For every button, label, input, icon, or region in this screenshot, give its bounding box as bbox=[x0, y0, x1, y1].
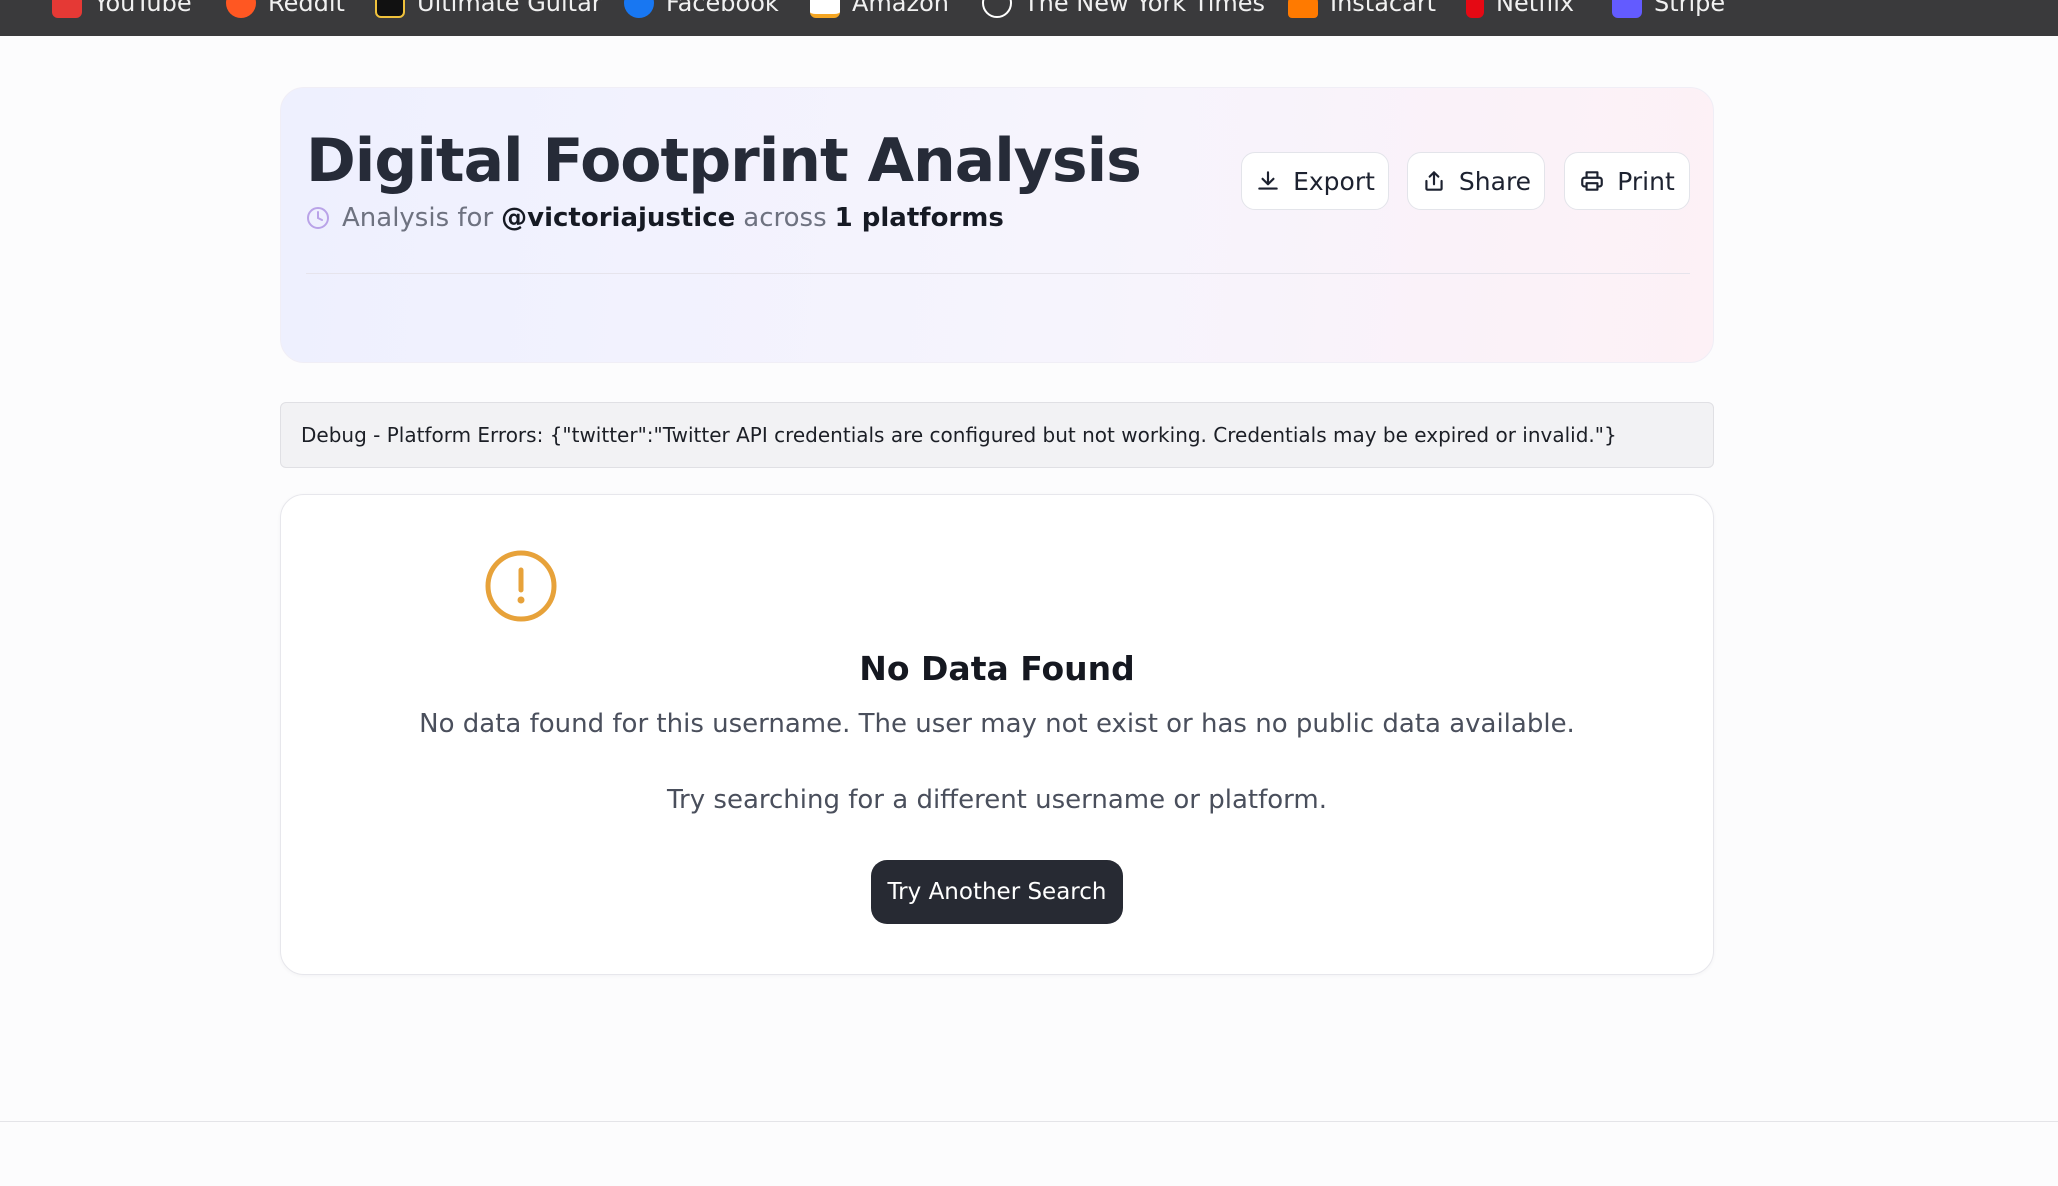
platform-count: 1 platforms bbox=[834, 203, 1004, 233]
bookmark-nyt[interactable]: The New York Times bbox=[982, 0, 1265, 20]
no-data-card: No Data Found No data found for this use… bbox=[280, 494, 1714, 975]
share-button[interactable]: Share bbox=[1407, 152, 1545, 210]
bookmark-youtube[interactable]: YouTube bbox=[52, 0, 192, 20]
debug-errors-bar: Debug - Platform Errors: {"twitter":"Twi… bbox=[280, 402, 1714, 468]
analysis-header-card: Digital Footprint Analysis Analysis for … bbox=[280, 87, 1714, 363]
share-icon bbox=[1425, 171, 1443, 191]
bookmark-netflix[interactable]: Netflix bbox=[1466, 0, 1574, 20]
export-button[interactable]: Export bbox=[1241, 152, 1389, 210]
bookmark-amazon[interactable]: Amazon bbox=[810, 0, 949, 20]
analysis-subtitle: Analysis for @victoriajustice across 1 p… bbox=[306, 198, 1004, 238]
facebook-icon bbox=[624, 0, 654, 18]
printer-icon bbox=[1581, 171, 1604, 191]
clock-icon bbox=[307, 207, 329, 229]
bookmark-stripe[interactable]: Stripe bbox=[1612, 0, 1725, 20]
empty-state-hint: Try searching for a different username o… bbox=[667, 785, 1327, 815]
alert-circle-icon bbox=[485, 550, 557, 622]
ultimate-guitar-icon bbox=[375, 0, 405, 18]
username: @victoriajustice bbox=[501, 203, 736, 233]
try-another-search-button[interactable]: Try Another Search bbox=[871, 860, 1123, 924]
print-button[interactable]: Print bbox=[1564, 152, 1690, 210]
bookmark-instacart[interactable]: Instacart bbox=[1288, 0, 1436, 20]
nyt-icon bbox=[982, 0, 1012, 18]
reddit-icon bbox=[226, 0, 256, 18]
stripe-icon bbox=[1612, 0, 1642, 18]
youtube-icon bbox=[52, 0, 82, 18]
subtitle-prefix: Analysis for bbox=[342, 203, 494, 233]
bookmark-facebook[interactable]: Facebook bbox=[624, 0, 779, 20]
netflix-icon bbox=[1466, 0, 1484, 18]
instacart-icon bbox=[1288, 0, 1318, 18]
subtitle-mid: across bbox=[743, 203, 827, 233]
empty-state-message: No data found for this username. The use… bbox=[419, 709, 1575, 739]
empty-state-title: No Data Found bbox=[859, 649, 1135, 688]
bookmark-ultimate-guitar[interactable]: Ultimate Guitar bbox=[375, 0, 602, 20]
download-icon bbox=[1258, 171, 1278, 190]
debug-text: Debug - Platform Errors: {"twitter":"Twi… bbox=[301, 423, 1617, 447]
amazon-icon bbox=[810, 0, 840, 18]
header-divider bbox=[306, 273, 1690, 274]
bookmark-reddit[interactable]: Reddit bbox=[226, 0, 345, 20]
page-title: Digital Footprint Analysis bbox=[306, 126, 1142, 196]
footer-divider bbox=[0, 1121, 2058, 1122]
bookmarks-bar: … YouTube Reddit Ultimate Guitar Faceboo… bbox=[0, 0, 2058, 36]
